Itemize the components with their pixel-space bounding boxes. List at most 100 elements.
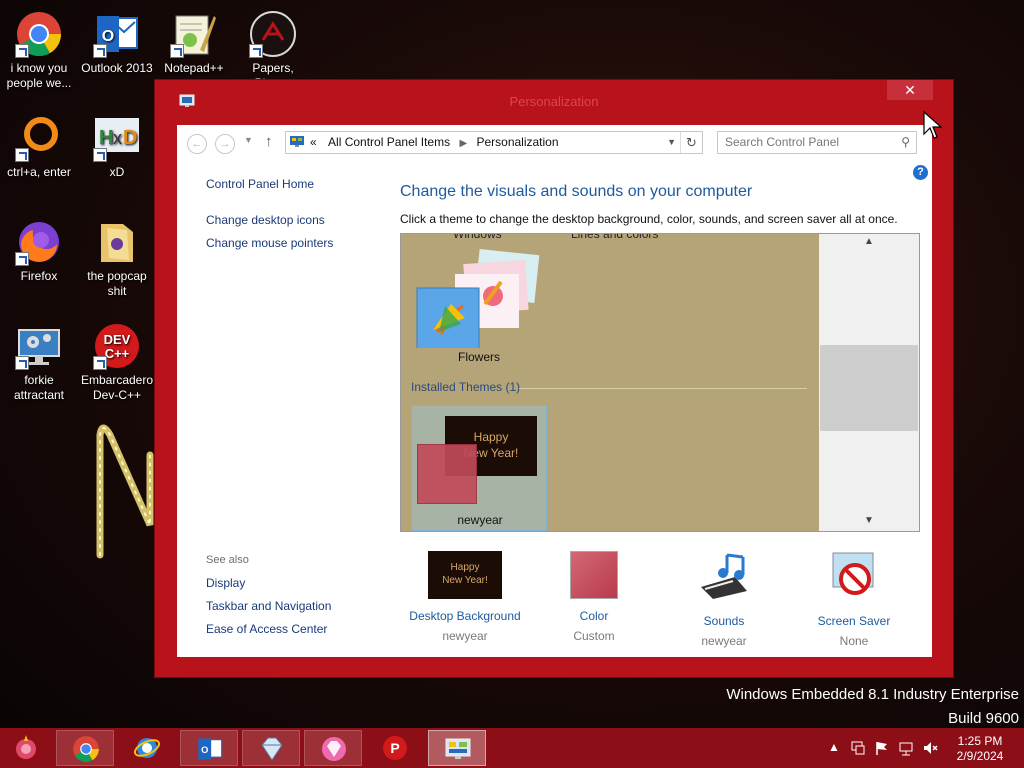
mouse-cursor-icon: [923, 110, 942, 139]
theme-name: newyear: [457, 513, 503, 527]
taskbar-bejeweled[interactable]: [242, 730, 300, 766]
os-build-watermark: Build 9600: [948, 710, 1019, 727]
svg-text:x: x: [113, 128, 122, 148]
chevron-down-icon: ▼: [667, 137, 676, 147]
back-button[interactable]: ←: [187, 134, 207, 154]
hxd-icon: HxD: [93, 114, 141, 162]
taskbar-navigation-link[interactable]: Taskbar and Navigation: [206, 599, 331, 613]
show-hidden-icons-button[interactable]: ▲: [828, 740, 840, 754]
desktop-icon-chrome[interactable]: i know you people we...: [1, 10, 77, 91]
shortcut-arrow-icon: [249, 44, 263, 58]
desktop-background-thumbnail: Happy New Year!: [428, 551, 502, 599]
display-link[interactable]: Display: [206, 576, 245, 590]
svg-text:P: P: [390, 740, 399, 756]
action-center-flag-icon[interactable]: [874, 740, 890, 756]
up-button[interactable]: ↑: [265, 133, 273, 150]
minimize-button[interactable]: [835, 82, 863, 100]
taskbar-chrome[interactable]: [56, 730, 114, 766]
breadcrumb-all-control-panel-items[interactable]: All Control Panel Items: [328, 135, 450, 149]
shortcut-arrow-icon: [170, 44, 184, 58]
search-input[interactable]: Search Control Panel: [725, 135, 839, 149]
change-desktop-icons-link[interactable]: Change desktop icons: [206, 213, 325, 227]
taskbar-bejeweled-blitz[interactable]: [304, 730, 362, 766]
recent-locations-button[interactable]: ▼: [244, 135, 253, 145]
window-title: Personalization: [509, 94, 599, 109]
shortcut-arrow-icon: [15, 252, 29, 266]
volume-muted-icon[interactable]: [922, 740, 938, 756]
taskbar-popcap[interactable]: P: [366, 730, 424, 766]
forward-button[interactable]: →: [215, 134, 235, 154]
desktop-icon-popcap[interactable]: the popcap shit: [79, 218, 155, 299]
page-description: Click a theme to change the desktop back…: [400, 212, 898, 226]
ease-of-access-link[interactable]: Ease of Access Center: [206, 622, 327, 636]
desktop-background-button[interactable]: Happy New Year! Desktop Background newye…: [400, 551, 530, 643]
desktop-icon-ctrl-a-enter[interactable]: ctrl+a, enter: [1, 114, 77, 180]
desktop-icon-outlook[interactable]: O Outlook 2013: [79, 10, 155, 76]
wired-network-icon[interactable]: [898, 740, 914, 756]
chevron-up-icon: ▲: [828, 740, 840, 754]
help-button[interactable]: ?: [913, 165, 928, 180]
os-edition-watermark: Windows Embedded 8.1 Industry Enterprise: [726, 686, 1019, 703]
papers-please-icon: [249, 10, 297, 58]
network-icon[interactable]: [850, 740, 866, 756]
installed-themes-heading: Installed Themes (1): [411, 380, 521, 394]
sounds-button[interactable]: Sounds newyear: [659, 551, 789, 648]
theme-flowers[interactable]: Flowers: [411, 242, 547, 368]
desktop-icon-label: forkie attractant: [13, 373, 65, 402]
scroll-thumb[interactable]: [820, 345, 918, 431]
desktop-icon-firefox[interactable]: Firefox: [1, 218, 77, 284]
shortcut-arrow-icon: [15, 44, 29, 58]
breadcrumb-personalization[interactable]: Personalization: [476, 135, 558, 149]
control-panel-home-link[interactable]: Control Panel Home: [206, 177, 314, 191]
desktop-icon-forkie[interactable]: forkie attractant: [1, 322, 77, 403]
popcap-icon: P: [383, 736, 407, 760]
control-panel-icon: [290, 136, 304, 147]
color-label: Color: [579, 609, 609, 623]
taskbar-control-panel[interactable]: [428, 730, 486, 766]
svg-text:C++: C++: [105, 346, 130, 361]
start-button[interactable]: [0, 730, 52, 766]
desktop-icon-label: Firefox: [20, 269, 58, 283]
refresh-button[interactable]: ↻: [680, 132, 702, 153]
desktop-icon-label: Notepad++: [164, 61, 224, 75]
screen-saver-button[interactable]: Screen Saver None: [789, 551, 919, 648]
taskbar-clock[interactable]: 1:25 PM 2/9/2024: [947, 734, 1013, 764]
arrow-right-icon: →: [219, 138, 231, 150]
color-thumbnail: [570, 551, 618, 599]
diamond-icon: [322, 737, 346, 761]
change-mouse-pointers-link[interactable]: Change mouse pointers: [206, 236, 333, 250]
help-icon: ?: [917, 166, 924, 178]
taskbar: O P ▲ 1:25 PM 2/9/2024: [0, 728, 1024, 768]
clock-time: 1:25 PM: [957, 734, 1003, 748]
svg-text:DEV: DEV: [104, 332, 131, 347]
search-icon[interactable]: ⚲: [901, 132, 910, 153]
personalization-window: Personalization ✕ ← → ▼ ↑ « All Control …: [154, 79, 954, 678]
desktop-icon-label: Outlook 2013: [81, 61, 153, 75]
taskbar-outlook[interactable]: O: [180, 730, 238, 766]
search-box[interactable]: Search Control Panel ⚲: [717, 131, 917, 154]
internet-explorer-icon: [133, 738, 161, 758]
theme-list: Windows Lines and colors Flowers Install…: [400, 233, 920, 532]
desktop-icon-devcpp[interactable]: DEV C++ Embarcadero Dev-C++: [79, 322, 155, 403]
desktop-icon-label: Embarcadero Dev-C++: [80, 373, 154, 402]
desktop-icon-notepadpp[interactable]: Notepad++: [156, 10, 232, 76]
theme-newyear[interactable]: Happy New Year! newyear: [411, 405, 547, 531]
sounds-label: Sounds: [703, 614, 745, 628]
color-swatch: [417, 444, 477, 504]
close-button[interactable]: ✕: [887, 80, 933, 100]
clock-date: 2/9/2024: [956, 749, 1004, 763]
desktop-icon-label: i know you people we...: [6, 61, 72, 90]
taskbar-internet-explorer[interactable]: [118, 730, 176, 766]
scroll-down-button[interactable]: ▼: [819, 515, 919, 526]
svg-text:D: D: [123, 127, 137, 149]
address-dropdown-button[interactable]: ▼: [667, 132, 676, 153]
address-bar[interactable]: « All Control Panel Items ▶ Personalizat…: [285, 131, 703, 154]
ring-icon: [15, 114, 63, 162]
breadcrumb-overflow[interactable]: «: [310, 135, 317, 149]
desktop-icon-xd[interactable]: HxD xD: [79, 114, 155, 180]
refresh-icon: ↻: [686, 135, 697, 150]
devcpp-icon: DEV C++: [93, 322, 141, 370]
color-button[interactable]: Color Custom: [529, 551, 659, 643]
theme-scrollbar[interactable]: ▲ ▼: [819, 234, 919, 531]
scroll-up-button[interactable]: ▲: [819, 236, 919, 247]
